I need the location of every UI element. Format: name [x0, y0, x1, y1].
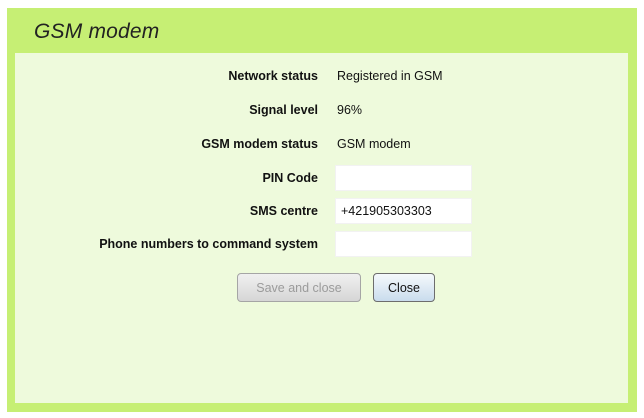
dialog-body: Network status Registered in GSM Signal … [15, 53, 628, 403]
network-status-row: Network status Registered in GSM [15, 63, 628, 89]
network-status-label: Network status [228, 69, 318, 83]
signal-level-value: 96% [337, 103, 363, 117]
phone-numbers-row: Phone numbers to command system [15, 231, 628, 257]
modem-status-value: GSM modem [337, 137, 411, 151]
modem-status-row: GSM modem status GSM modem [15, 131, 628, 157]
pin-code-input[interactable] [335, 165, 472, 191]
close-button[interactable]: Close [373, 273, 435, 302]
pin-code-label: PIN Code [262, 171, 318, 185]
sms-centre-input[interactable] [335, 198, 472, 224]
modem-status-label: GSM modem status [201, 137, 318, 151]
phone-numbers-input[interactable] [335, 231, 472, 257]
sms-centre-label: SMS centre [249, 204, 318, 218]
save-and-close-button[interactable]: Save and close [237, 273, 361, 302]
network-status-value: Registered in GSM [337, 69, 443, 83]
dialog-title: GSM modem [34, 20, 160, 43]
signal-level-label: Signal level [249, 103, 318, 117]
pin-code-row: PIN Code [15, 165, 628, 191]
gsm-modem-dialog: GSM modem Network status Registered in G… [7, 8, 637, 412]
signal-level-row: Signal level 96% [15, 97, 628, 123]
phone-numbers-label: Phone numbers to command system [99, 237, 318, 251]
sms-centre-row: SMS centre [15, 198, 628, 224]
